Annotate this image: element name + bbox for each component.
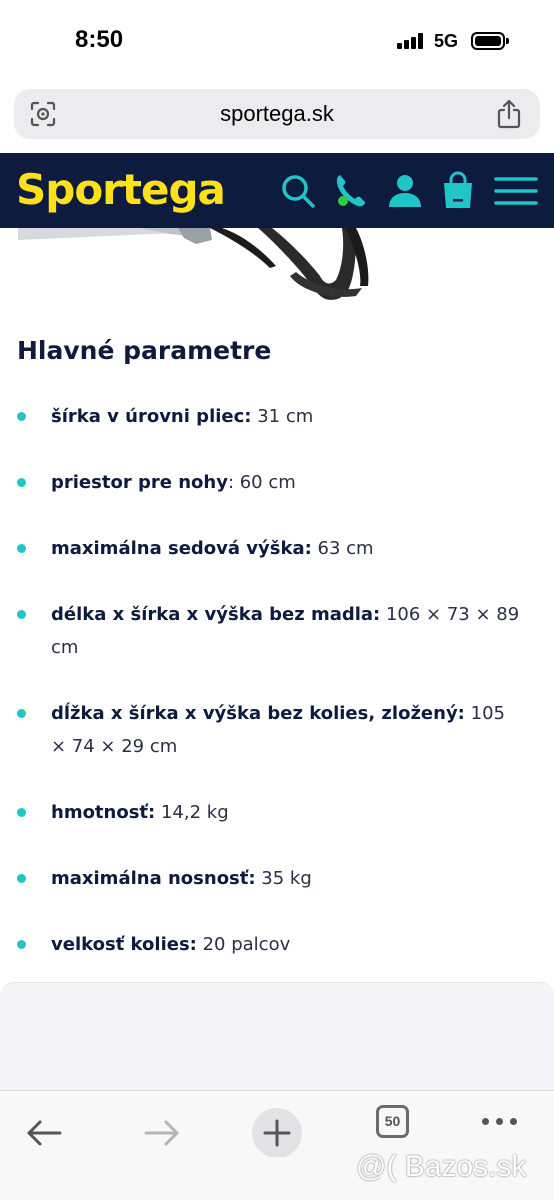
param-label: maximálna nosnosť: xyxy=(51,868,256,889)
address-bar[interactable]: sportega.sk xyxy=(14,89,540,139)
signal-icon xyxy=(397,33,425,49)
network-type: 5G xyxy=(434,31,459,51)
param-label: šírka v úrovni pliec: xyxy=(51,406,252,427)
battery-icon xyxy=(471,32,509,50)
list-item: maximálna nosnosť: 35 kg xyxy=(51,862,521,895)
param-value: 31 cm xyxy=(251,406,314,427)
bottom-panel xyxy=(0,982,554,1090)
param-value: 20 palcov xyxy=(196,934,291,955)
param-value: 14,2 kg xyxy=(155,802,229,823)
param-value: : 60 cm xyxy=(227,472,296,493)
site-header: Sportega xyxy=(0,153,554,228)
tabs-count-button[interactable]: 50 xyxy=(376,1105,409,1138)
bullet-icon xyxy=(17,940,26,949)
section-title: Hlavné parametre xyxy=(17,336,272,365)
param-label: priestor pre nohy xyxy=(51,472,228,493)
param-label: maximálna sedová výška: xyxy=(51,538,312,559)
param-label: délka x šírka x výška bez madla: xyxy=(51,604,381,625)
param-value: 63 cm xyxy=(311,538,374,559)
status-time: 8:50 xyxy=(75,26,124,53)
param-value: 35 kg xyxy=(255,868,312,889)
phone-icon[interactable] xyxy=(330,171,370,211)
menu-icon[interactable] xyxy=(494,171,538,211)
bullet-icon xyxy=(17,709,26,718)
param-label: hmotnosť: xyxy=(51,802,156,823)
product-image xyxy=(18,228,369,300)
bullet-icon xyxy=(17,478,26,487)
list-item: šírka v úrovni pliec: 31 cm xyxy=(51,400,521,433)
forward-arrow-icon[interactable] xyxy=(134,1103,188,1157)
more-options-icon[interactable] xyxy=(482,1118,518,1126)
user-icon[interactable] xyxy=(385,171,425,211)
bullet-icon xyxy=(17,610,26,619)
bullet-icon xyxy=(17,874,26,883)
new-tab-plus-icon[interactable] xyxy=(250,1103,304,1157)
bullet-icon xyxy=(17,412,26,421)
bullet-icon xyxy=(17,808,26,817)
share-icon[interactable] xyxy=(496,99,522,129)
list-item: hmotnosť: 14,2 kg xyxy=(51,796,521,829)
list-item: priestor pre nohy: 60 cm xyxy=(51,466,521,499)
bullet-icon xyxy=(17,544,26,553)
cart-icon[interactable] xyxy=(438,171,478,211)
search-icon[interactable] xyxy=(278,171,318,211)
list-item: dĺžka x šírka x výška bez kolies, zložen… xyxy=(51,697,521,763)
list-item: délka x šírka x výška bez madla: 106 × 7… xyxy=(51,598,521,664)
url-text[interactable]: sportega.sk xyxy=(14,101,540,127)
param-label: dĺžka x šírka x výška bez kolies, zložen… xyxy=(51,703,465,724)
list-item: velkosť kolies: 20 palcov xyxy=(51,928,521,961)
back-arrow-icon[interactable] xyxy=(18,1103,72,1157)
status-bar: 8:50 5G xyxy=(0,0,554,82)
param-label: velkosť kolies: xyxy=(51,934,197,955)
site-logo[interactable]: Sportega xyxy=(16,165,226,214)
list-item: maximálna sedová výška: 63 cm xyxy=(51,532,521,565)
watermark-text: @( Bazos.sk xyxy=(356,1150,527,1183)
